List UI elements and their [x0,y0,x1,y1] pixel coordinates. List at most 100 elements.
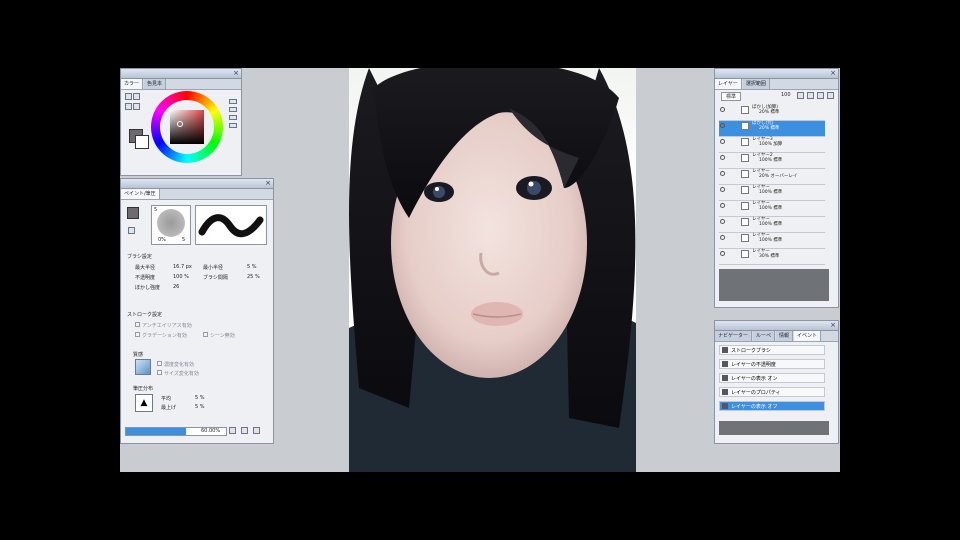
event-panel-titlebar[interactable]: × [715,321,838,331]
eye-icon[interactable] [720,203,725,208]
tab-events[interactable]: イベント [794,331,822,341]
param-value[interactable]: 26 [173,284,179,290]
stroke-checkbox[interactable] [135,332,140,337]
layer-row[interactable]: レイヤー 20% オーバーレイ [719,169,825,185]
layer-thumbnail [741,106,749,114]
tab-layers[interactable]: レイヤー [715,79,742,89]
sub-color-swatch[interactable] [135,135,149,149]
layer-thumbnail [741,218,749,226]
pressure-icon[interactable]: ▲ [135,394,153,412]
event-item[interactable]: レイヤーの不透明度 [719,359,825,369]
param-label: 最小半径 [203,265,224,271]
layer-thumbnail [741,250,749,258]
layer-mode: 100% 標準 [759,222,783,227]
close-icon[interactable]: × [830,69,836,78]
tab-selection[interactable]: 選択範囲 [742,79,770,89]
param-value[interactable]: 100 % [173,274,189,280]
param-value[interactable]: 5 % [247,264,257,270]
event-item[interactable]: ストロークブラシ [719,345,825,355]
layer-panel-tabs: レイヤー 選択範囲 [715,79,838,90]
close-icon[interactable]: × [830,321,836,330]
canvas-artwork[interactable] [349,68,636,472]
tab-color[interactable]: カラー [121,79,144,89]
color-mode-icon[interactable] [229,115,237,120]
layer-panel: × レイヤー 選択範囲 標準 100 ぼかし(加算) 20% 標準 ぼかし(元) 20… [714,68,839,308]
layer-tool-icon[interactable] [827,92,834,99]
layer-opacity-value[interactable]: 100 [781,92,791,98]
event-icon [722,347,728,353]
param-label: ブラシ間隔 [203,275,228,281]
event-label: レイヤーのプロパティ [731,390,781,396]
tab-swatches[interactable]: 色見本 [144,79,167,89]
eye-icon[interactable] [720,107,725,112]
layer-mode: 100% 標準 [759,190,783,195]
tab-navigator[interactable]: ナビゲーター [715,331,753,341]
layer-row[interactable]: レイヤー 100% 標準 [719,185,825,201]
event-item[interactable]: レイヤーの表示 オン [719,373,825,383]
layer-row[interactable]: レイヤー 100% 標準 [719,233,825,249]
param-value[interactable]: 16.7 px [173,264,192,270]
layer-row[interactable]: ぼかし(元) 20% 標準 [719,121,825,137]
color-mode-icon[interactable] [229,99,237,104]
event-icon [722,375,728,381]
stroke-checkbox[interactable] [203,332,208,337]
layer-empty-area [719,269,829,301]
eye-icon[interactable] [720,235,725,240]
layer-row[interactable]: レイヤー2 100% 標準 [719,153,825,169]
tool-icon[interactable] [125,93,132,100]
color-panel: × カラー 色見本 [120,68,242,176]
tool-icon[interactable] [125,103,132,110]
step-icon[interactable] [241,427,248,434]
close-icon[interactable]: × [233,69,239,78]
eye-icon[interactable] [720,123,725,128]
pressure-value[interactable]: 5 % [195,395,205,401]
color-panel-titlebar[interactable]: × [121,69,241,79]
param-value[interactable]: 25 % [247,274,260,280]
layer-row[interactable]: レイヤー 30% 標準 [719,249,825,265]
eye-icon[interactable] [720,187,725,192]
layer-row[interactable]: レイヤー 100% 標準 [719,201,825,217]
tab-loupe[interactable]: ルーペ [753,331,776,341]
color-mode-icon[interactable] [229,107,237,112]
brush-panel-titlebar[interactable]: × [121,179,273,189]
brush-tool-swatch[interactable] [127,207,139,219]
layer-row[interactable]: レイヤー3 100% 加算 [719,137,825,153]
texture-swatch[interactable] [135,359,151,375]
color-wheel[interactable] [151,91,223,163]
layer-row[interactable]: レイヤー 100% 標準 [719,217,825,233]
blend-mode-select[interactable]: 標準 [721,92,742,101]
eye-icon[interactable] [720,171,725,176]
stroke-checkbox[interactable] [135,322,140,327]
pressure-value[interactable]: 5 % [195,404,205,410]
layer-tool-icon[interactable] [817,92,824,99]
layer-row[interactable]: ぼかし(加算) 20% 標準 [719,105,825,121]
step-icon[interactable] [253,427,260,434]
event-item[interactable]: レイヤーの表示 オフ [719,401,825,411]
event-panel: × ナビゲーター ルーペ 情報 イベント ストロークブラシ レイヤーの不透明度 レイ… [714,320,839,444]
texture-checkbox[interactable] [157,370,162,375]
tool-icon[interactable] [133,103,140,110]
event-item[interactable]: レイヤーのプロパティ [719,387,825,397]
eye-icon[interactable] [720,155,725,160]
close-icon[interactable]: × [265,179,271,188]
lock-icon[interactable] [128,227,135,234]
tool-icon[interactable] [133,93,140,100]
layer-mode: 20% 標準 [759,110,780,115]
step-icon[interactable] [229,427,236,434]
tab-brush[interactable]: ペイント/筆圧 [121,189,160,199]
tab-info[interactable]: 情報 [776,331,794,341]
layer-panel-titlebar[interactable]: × [715,69,838,79]
eye-icon[interactable] [720,251,725,256]
event-label: レイヤーの表示 オフ [731,404,778,410]
tip-opacity-label: 0% [158,237,166,243]
eye-icon[interactable] [720,139,725,144]
layer-tool-icon[interactable] [807,92,814,99]
layer-tool-icon[interactable] [797,92,804,99]
paint-app-workspace: × カラー 色見本 × ペイント/筆圧 5 0% 5 ブラシ設定 最大半径 16… [120,68,840,472]
color-mode-icon[interactable] [229,123,237,128]
stroke-check-label: アンチエイリアス有効 [142,323,192,329]
event-label: ストロークブラシ [731,348,771,354]
saturation-value-square[interactable] [170,110,204,144]
texture-checkbox[interactable] [157,361,162,366]
eye-icon[interactable] [720,219,725,224]
